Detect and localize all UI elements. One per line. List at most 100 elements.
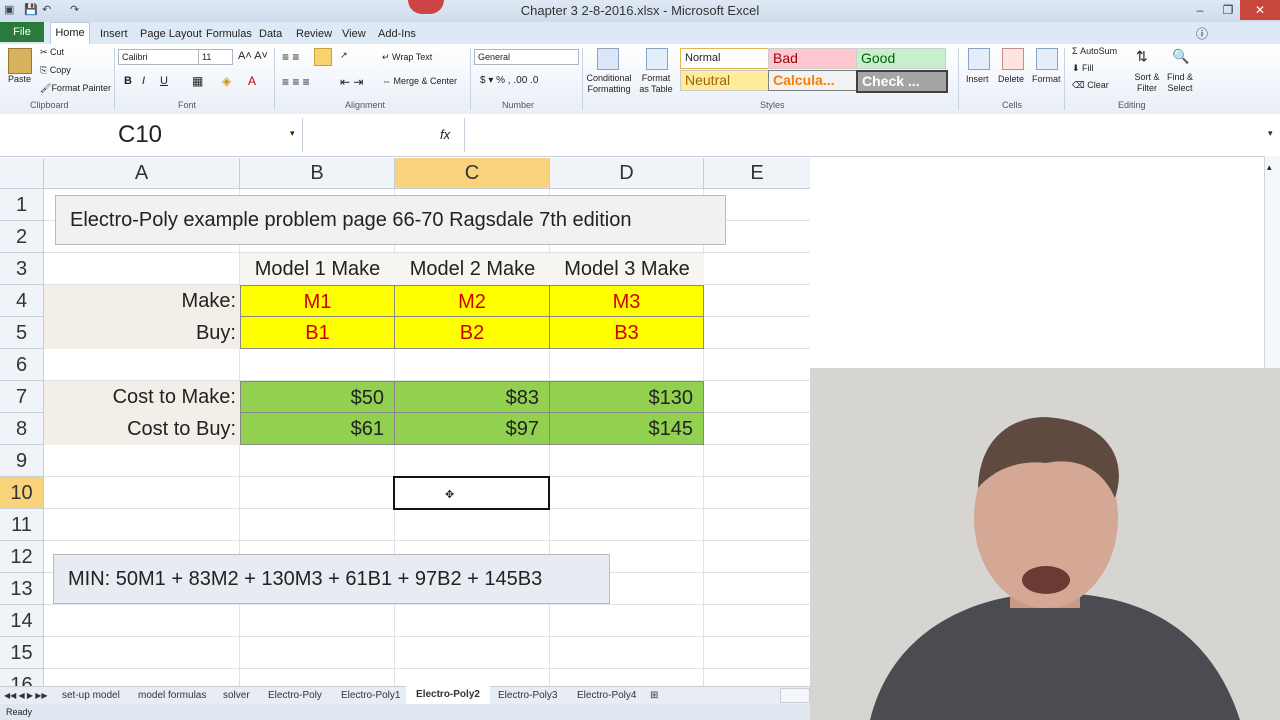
row-header[interactable]: 4 xyxy=(0,285,44,317)
insert-sheet-icon[interactable]: ⊞ xyxy=(650,688,658,703)
row-header[interactable]: 7 xyxy=(0,381,44,413)
delete-cells-icon[interactable] xyxy=(1002,48,1024,70)
align-icon[interactable]: ≡ ≡ xyxy=(282,50,299,64)
tab-add-ins[interactable]: Add-Ins xyxy=(378,25,416,43)
sheet-nav-arrows[interactable]: ◀◀ ◀ ▶ ▶▶ xyxy=(4,688,48,703)
row-header[interactable]: 12 xyxy=(0,541,44,573)
format-cells-icon[interactable] xyxy=(1036,48,1058,70)
tab-file[interactable]: File xyxy=(0,22,44,42)
row-header[interactable]: 2 xyxy=(0,221,44,253)
objective-text-box[interactable]: MIN: 50M1 + 83M2 + 130M3 + 61B1 + 97B2 +… xyxy=(53,554,610,604)
column-header[interactable]: D xyxy=(550,158,704,189)
sheet-tab[interactable]: set-up model xyxy=(62,688,120,703)
style-neutral[interactable]: Neutral xyxy=(680,70,770,91)
insert-button[interactable]: Insert xyxy=(966,74,989,84)
conditional-formatting-icon[interactable] xyxy=(597,48,619,70)
sort-filter-icon[interactable]: ⇅ xyxy=(1136,48,1148,65)
expand-formula-icon[interactable]: ▾ xyxy=(1268,128,1273,139)
row-header[interactable]: 15 xyxy=(0,637,44,669)
paste-icon[interactable] xyxy=(8,48,32,74)
number-format-icons[interactable]: $ ▾ % , .00 .0 xyxy=(480,75,538,86)
tab-view[interactable]: View xyxy=(342,25,366,43)
scroll-up-icon[interactable]: ▴ xyxy=(1267,162,1272,173)
sheet-tab[interactable]: Electro-Poly xyxy=(268,688,322,703)
style-normal[interactable]: Normal xyxy=(680,48,770,69)
select-all-corner[interactable] xyxy=(0,158,44,189)
buy-cell[interactable]: B1 xyxy=(240,316,395,349)
make-cell[interactable]: M1 xyxy=(240,285,395,317)
underline-button[interactable]: U xyxy=(160,75,168,87)
insert-cells-icon[interactable] xyxy=(968,48,990,70)
cost-make-cell[interactable]: $130 xyxy=(549,381,704,413)
format-as-table-button[interactable]: Format as Table xyxy=(636,73,676,95)
header-cell[interactable]: Model 2 Make xyxy=(395,253,550,285)
autosum-button[interactable]: Σ AutoSum xyxy=(1072,46,1117,56)
style-check-cell[interactable]: Check ... xyxy=(856,70,948,93)
sheet-tab[interactable]: Electro-Poly1 xyxy=(341,688,400,703)
fill-button[interactable]: ⬇ Fill xyxy=(1072,63,1094,74)
cost-make-cell[interactable]: $83 xyxy=(394,381,550,413)
tab-page-layout[interactable]: Page Layout xyxy=(140,25,202,43)
column-header[interactable]: B xyxy=(240,158,395,189)
cost-make-cell[interactable]: $50 xyxy=(240,381,395,413)
chevron-down-icon[interactable]: ▾ xyxy=(290,128,295,139)
format-table-icon[interactable] xyxy=(646,48,668,70)
bold-button[interactable]: B xyxy=(124,75,132,87)
copy-button[interactable]: ⎘ Copy xyxy=(40,65,71,76)
row-header[interactable]: 3 xyxy=(0,253,44,285)
make-cell[interactable]: M2 xyxy=(394,285,550,317)
grow-font-icon[interactable]: A˄ A˅ xyxy=(238,50,268,62)
row-header[interactable]: 8 xyxy=(0,413,44,445)
tab-home[interactable]: Home xyxy=(50,22,90,45)
make-cell[interactable]: M3 xyxy=(549,285,704,317)
sheet-tab[interactable]: model formulas xyxy=(138,688,206,703)
row-header[interactable]: 1 xyxy=(0,189,44,221)
maximize-button[interactable]: ❐ xyxy=(1214,0,1242,20)
font-color-icon[interactable]: A xyxy=(248,74,256,88)
tab-insert[interactable]: Insert xyxy=(100,25,128,43)
header-cell[interactable]: Model 1 Make xyxy=(240,253,395,285)
row-header[interactable]: 11 xyxy=(0,509,44,541)
sort-filter-button[interactable]: Sort & Filter xyxy=(1130,72,1164,94)
row-header[interactable]: 14 xyxy=(0,605,44,637)
format-button[interactable]: Format xyxy=(1032,74,1061,84)
tab-review[interactable]: Review xyxy=(296,25,332,43)
italic-button[interactable]: I xyxy=(142,75,145,87)
row-header[interactable]: 16 xyxy=(0,669,44,686)
title-text-box[interactable]: Electro-Poly example problem page 66-70 … xyxy=(55,195,726,245)
cost-buy-cell[interactable]: $97 xyxy=(394,412,550,445)
cost-buy-cell[interactable]: $61 xyxy=(240,412,395,445)
borders-icon[interactable]: ▦ xyxy=(192,74,203,88)
sheet-tab[interactable]: solver xyxy=(223,688,250,703)
cost-buy-cell[interactable]: $145 xyxy=(549,412,704,445)
close-button[interactable]: ✕ xyxy=(1240,0,1280,20)
align-left-icon[interactable]: ≡ ≡ ≡ xyxy=(282,75,310,89)
name-box[interactable]: C10 xyxy=(0,114,300,156)
minimize-button[interactable]: – xyxy=(1186,0,1214,20)
row-header[interactable]: 10 xyxy=(0,477,44,509)
merge-center-button[interactable]: ⇔ Merge & Center xyxy=(382,76,457,86)
row-header[interactable]: 9 xyxy=(0,445,44,477)
paste-button[interactable]: Paste xyxy=(8,74,31,84)
sheet-tab[interactable]: Electro-Poly3 xyxy=(498,688,557,703)
fill-color-icon[interactable]: ◈ xyxy=(222,74,231,88)
style-calculation[interactable]: Calcula... xyxy=(768,70,858,91)
spreadsheet-grid[interactable]: A B C D E F G H I 1 2 3 4 5 6 7 8 9 10 1… xyxy=(0,158,810,686)
format-painter-button[interactable]: 🖌Format Painter xyxy=(40,83,111,94)
buy-label[interactable]: Buy: xyxy=(44,317,240,349)
buy-cell[interactable]: B3 xyxy=(549,316,704,349)
style-bad[interactable]: Bad xyxy=(768,48,858,69)
formula-input[interactable] xyxy=(470,118,1260,152)
number-format-dropdown[interactable]: General xyxy=(474,49,579,65)
style-good[interactable]: Good xyxy=(856,48,946,69)
cost-buy-label[interactable]: Cost to Buy: xyxy=(44,413,240,445)
align-bottom-icon[interactable] xyxy=(314,48,332,66)
cut-button[interactable]: ✂ Cut xyxy=(40,47,64,58)
orientation-icon[interactable]: ↗ xyxy=(340,50,348,61)
make-label[interactable]: Make: xyxy=(44,285,240,317)
font-name-dropdown[interactable]: Calibri xyxy=(118,49,199,65)
header-cell[interactable]: Model 3 Make xyxy=(550,253,704,285)
binoculars-icon[interactable]: 🔍 xyxy=(1172,48,1189,65)
column-header[interactable]: A xyxy=(44,158,240,189)
conditional-formatting-button[interactable]: Conditional Formatting xyxy=(586,73,632,95)
